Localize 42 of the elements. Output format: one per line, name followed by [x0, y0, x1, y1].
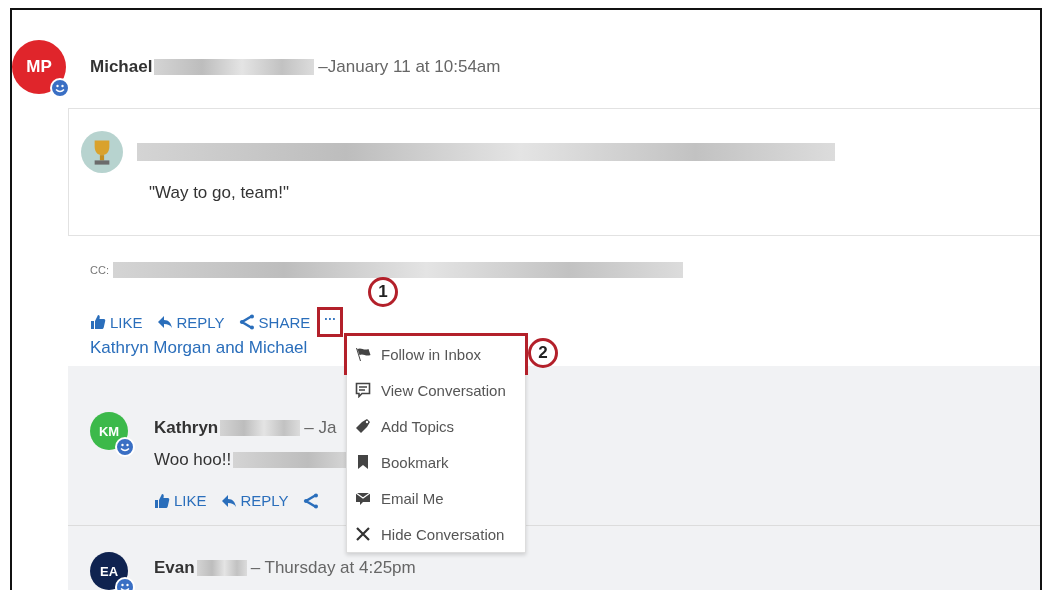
share-icon — [302, 492, 319, 509]
menu-item[interactable]: Bookmark — [347, 444, 525, 480]
close-icon — [355, 526, 371, 542]
like-button[interactable]: LIKE — [154, 492, 207, 509]
blurred-text — [196, 560, 247, 576]
menu-item[interactable]: Email Me — [347, 480, 525, 516]
share-button[interactable] — [302, 492, 319, 509]
comment-icon — [355, 382, 371, 398]
reply-timestamp: – Thursday at 4:25pm — [250, 558, 416, 578]
reply-timestamp: – Ja — [304, 418, 337, 438]
thumbs-up-icon — [90, 314, 106, 330]
like-button[interactable]: LIKE — [90, 313, 143, 331]
share-button[interactable]: SHARE — [238, 313, 311, 331]
likers-link[interactable]: Kathryn Morgan and Michael — [90, 338, 308, 357]
trophy-icon — [81, 131, 123, 173]
quote-text: "Way to go, team!" — [149, 183, 290, 203]
avatar[interactable]: EA — [90, 552, 128, 590]
callout-number: 2 — [528, 338, 558, 368]
flag-icon — [355, 346, 371, 362]
smiley-badge-icon — [50, 78, 70, 98]
menu-item[interactable]: Follow in Inbox — [347, 336, 525, 372]
share-icon — [238, 314, 255, 330]
tag-icon — [355, 418, 371, 434]
menu-item[interactable]: Hide Conversation — [347, 516, 525, 552]
callout-number: 1 — [368, 277, 398, 307]
author-name[interactable]: Evan — [154, 558, 195, 578]
author-name[interactable]: Kathryn — [154, 418, 219, 438]
more-button[interactable]: ··· — [320, 310, 341, 334]
author-name[interactable]: Michael — [90, 57, 153, 77]
thumbs-up-icon — [154, 492, 170, 509]
reply-text: Woo hoo!! — [154, 450, 232, 470]
cc-label: CC: — [90, 264, 109, 276]
envelope-icon — [355, 490, 371, 506]
avatar[interactable]: MP — [12, 40, 66, 94]
reply-button[interactable]: REPLY — [220, 492, 289, 509]
menu-item[interactable]: Add Topics — [347, 408, 525, 444]
menu-item[interactable]: View Conversation — [347, 372, 525, 408]
smiley-badge-icon — [115, 437, 135, 457]
reply-icon — [156, 314, 173, 330]
post-timestamp: –January 11 at 10:54am — [318, 57, 501, 77]
bookmark-icon — [355, 454, 371, 470]
reply-button[interactable]: REPLY — [156, 313, 225, 331]
